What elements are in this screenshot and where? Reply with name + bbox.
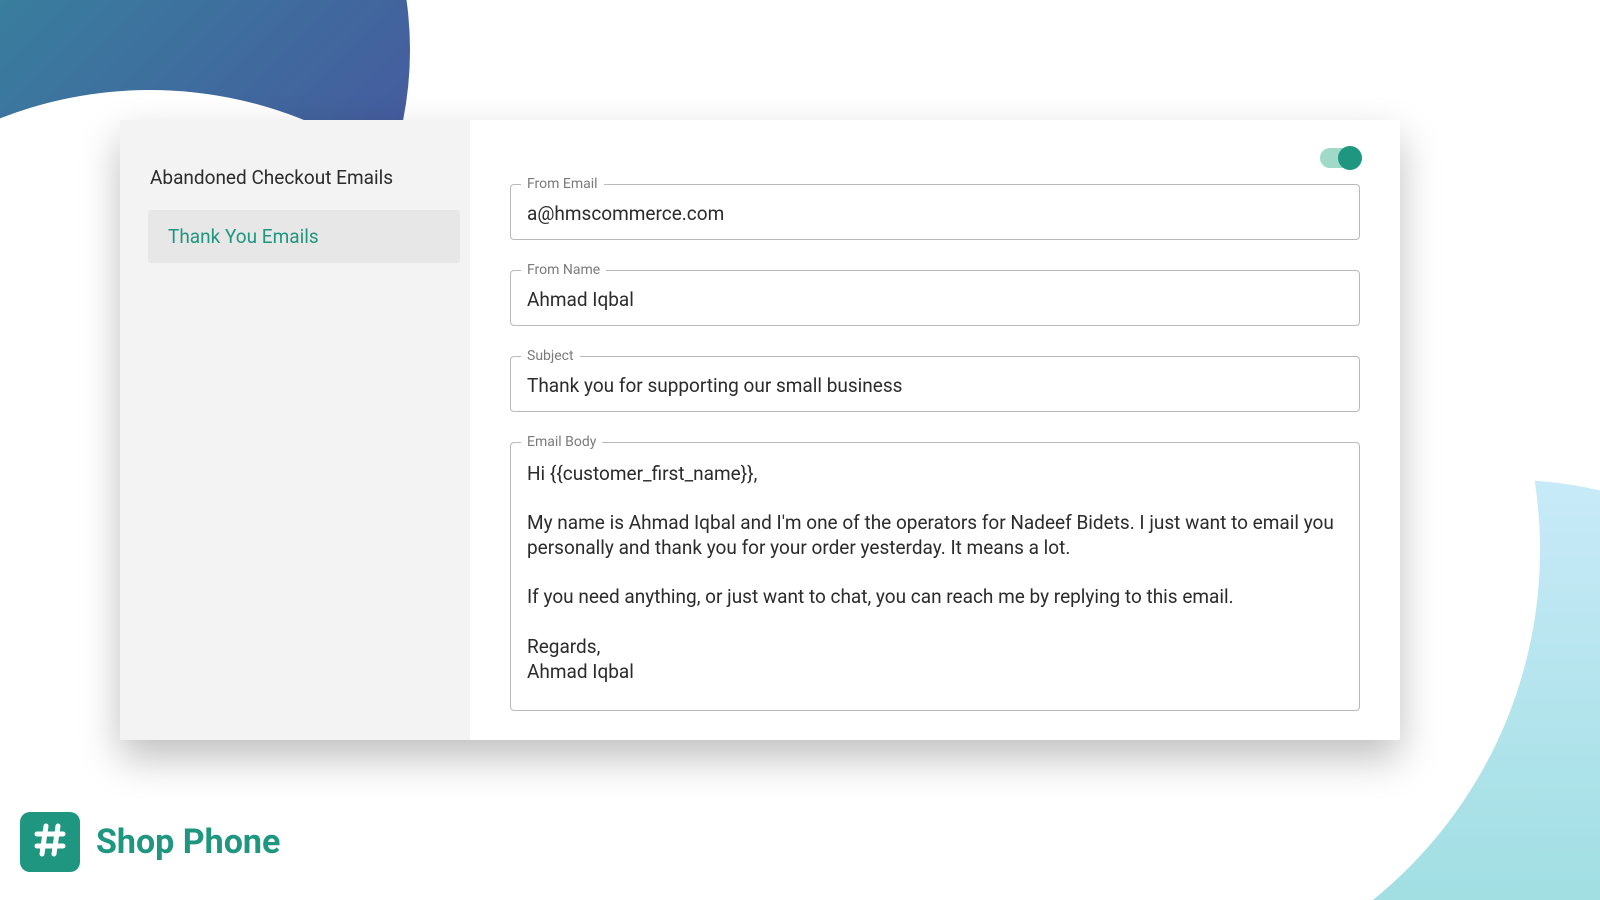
subject-input[interactable] <box>511 364 1359 411</box>
sidebar-item-thank-you-emails[interactable]: Thank You Emails <box>148 210 460 263</box>
subject-field: Subject <box>510 348 1360 412</box>
enable-toggle[interactable] <box>1320 148 1360 168</box>
from-email-field: From Email <box>510 176 1360 240</box>
hash-icon <box>30 820 70 864</box>
from-name-input[interactable] <box>511 278 1359 325</box>
from-name-label: From Name <box>521 262 606 278</box>
subject-label: Subject <box>521 348 580 364</box>
email-body-field: Email Body Hi {{customer_first_name}}, M… <box>510 434 1360 711</box>
brand-logo-badge <box>20 812 80 872</box>
brand-name: Shop Phone <box>96 822 280 862</box>
toggle-row <box>510 148 1360 168</box>
sidebar-item-abandoned-checkout-emails[interactable]: Abandoned Checkout Emails <box>120 150 470 205</box>
email-body-label: Email Body <box>521 434 602 450</box>
sidebar: Abandoned Checkout Emails Thank You Emai… <box>120 120 470 740</box>
from-name-field: From Name <box>510 262 1360 326</box>
brand-footer: Shop Phone <box>20 812 280 872</box>
settings-card: Abandoned Checkout Emails Thank You Emai… <box>120 120 1400 740</box>
from-email-label: From Email <box>521 176 604 192</box>
toggle-knob <box>1338 146 1362 170</box>
email-body-input[interactable]: Hi {{customer_first_name}}, My name is A… <box>511 450 1359 710</box>
from-email-input[interactable] <box>511 192 1359 239</box>
content-panel: From Email From Name Subject Email Body … <box>470 120 1400 740</box>
